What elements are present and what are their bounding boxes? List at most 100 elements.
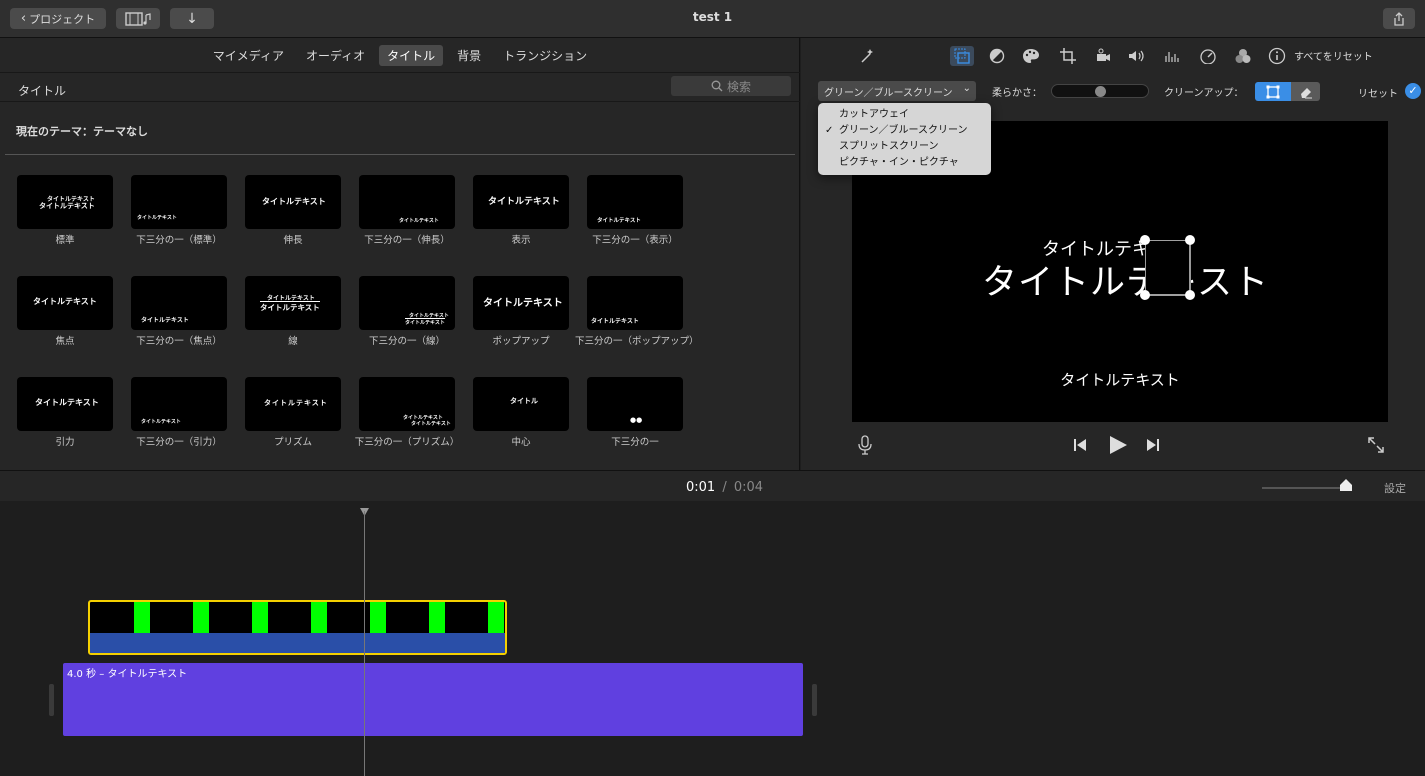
filter-circles-icon[interactable] (1232, 46, 1254, 66)
crop-frame-icon (1266, 85, 1280, 98)
title-thumbnail[interactable]: タイトルテキスト (17, 377, 113, 431)
magic-wand-icon[interactable] (856, 46, 878, 66)
microphone-icon[interactable] (857, 435, 873, 458)
tab-transitions[interactable]: トランジション (495, 45, 595, 66)
title-label: 引力 (55, 437, 75, 448)
title-thumbnail[interactable]: タイトルテキスト (359, 175, 455, 229)
title-label: 下三分の一 (611, 437, 659, 448)
equalizer-icon[interactable] (1161, 46, 1183, 66)
title-thumbnail[interactable]: タイトルテキスト (473, 175, 569, 229)
share-button[interactable] (1383, 8, 1415, 29)
tab-titles[interactable]: タイトル (379, 44, 444, 66)
title-label: プリズム (273, 437, 312, 448)
time-separator: / (722, 480, 727, 495)
current-theme-label: 現在のテーマ：テーマなし (16, 125, 148, 138)
title-label: 伸長 (283, 235, 303, 246)
title-thumbnail[interactable]: タイトルテキスト (473, 276, 569, 330)
checkmark-icon: ✓ (825, 125, 834, 136)
cleanup-label: クリーンアップ： (1164, 88, 1244, 99)
menu-item-cutaway[interactable]: カットアウェイ (839, 107, 909, 123)
title-label: 下三分の一（表示） (592, 235, 678, 246)
overlay-frame[interactable] (1144, 239, 1191, 296)
top-toolbar: ‹ プロジェクト ↓ test 1 (0, 0, 1425, 38)
title-thumbnail[interactable]: タイトルテキスト (587, 175, 683, 229)
resize-handle[interactable] (1140, 290, 1150, 300)
title-thumbnail[interactable]: タイトルテキスト (131, 276, 227, 330)
title-thumbnail[interactable]: タイトルテキスト (131, 175, 227, 229)
title-thumbnail[interactable]: タイトルテキスト (245, 175, 341, 229)
zoom-slider-knob[interactable] (1339, 479, 1352, 491)
fullscreen-icon[interactable] (1367, 436, 1385, 457)
titles-browser: マイメディア オーディオ タイトル 背景 トランジション タイトル 検索 現在の… (0, 38, 800, 470)
info-icon[interactable] (1266, 46, 1288, 66)
title-label: 表示 (511, 235, 531, 246)
title-label: 下三分の一（標準） (136, 235, 222, 246)
title-thumbnail[interactable]: タイトルテキスト タイトルテキスト (359, 377, 455, 431)
dots-icon: ●● (630, 416, 643, 424)
checkmark-circle-icon[interactable]: ✓ (1405, 83, 1421, 99)
title-thumbnail[interactable]: タイトルテキスト タイトルテキスト (245, 276, 341, 330)
menu-item-split-screen[interactable]: スプリットスクリーン (839, 139, 939, 155)
tab-backgrounds[interactable]: 背景 (449, 45, 489, 66)
section-title: タイトル (18, 84, 67, 98)
softness-slider-knob[interactable] (1095, 86, 1106, 97)
reset-all-button[interactable]: すべてをリセット (1294, 48, 1373, 63)
title-thumbnail[interactable]: タイトルテキスト (245, 377, 341, 431)
softness-label: 柔らかさ： (992, 88, 1042, 99)
tab-audio[interactable]: オーディオ (298, 45, 373, 66)
cleanup-crop-button[interactable] (1255, 82, 1291, 101)
eraser-icon (1300, 87, 1312, 98)
title-thumbnail[interactable]: タイトル (473, 377, 569, 431)
viewer-pane: すべてをリセット グリーン／ブルースクリーン ⌄ 柔らかさ： クリーンアップ： … (801, 38, 1425, 470)
stabilization-camera-icon[interactable] (1092, 46, 1114, 66)
title-thumbnail[interactable]: タイトルテキスト (587, 276, 683, 330)
total-time: 0:04 (733, 480, 764, 495)
reset-button[interactable]: リセット (1358, 85, 1398, 100)
speed-gauge-icon[interactable] (1197, 46, 1219, 66)
title-label: 標準 (55, 235, 75, 246)
title-clip[interactable]: 4.0 秒 – タイトルテキスト (63, 663, 803, 736)
window-title: test 1 (692, 10, 733, 24)
title-thumbnail[interactable]: ●● (587, 377, 683, 431)
resize-handle[interactable] (1185, 235, 1195, 245)
title-thumbnail[interactable]: タイトルテキスト タイトルテキスト (359, 276, 455, 330)
overlay-type-select[interactable]: グリーン／ブルースクリーン ⌄ (818, 81, 976, 101)
cleanup-eraser-button[interactable] (1291, 82, 1320, 101)
title-thumbnail[interactable]: タイトルテキスト タイトルテキスト (17, 175, 113, 229)
search-input[interactable]: 検索 (671, 76, 791, 96)
title-label: 線 (288, 336, 298, 347)
title-label: 下三分の一（焦点） (136, 336, 222, 347)
tab-my-media[interactable]: マイメディア (205, 45, 292, 66)
playhead-line (364, 511, 365, 776)
menu-item-green-blue-screen[interactable]: グリーン／ブルースクリーン (839, 123, 968, 139)
skip-forward-icon[interactable] (1145, 438, 1161, 455)
title-label: ポップアップ (492, 336, 550, 347)
clip-trim-handle-right[interactable] (812, 684, 817, 716)
browser-tabs: マイメディア オーディオ タイトル 背景 トランジション (0, 38, 800, 72)
play-icon[interactable] (1108, 435, 1128, 458)
clip-trim-handle-left[interactable] (49, 684, 54, 716)
timeline-area: 0:01 / 0:04 設定 4.0 秒 – タイトルテキスト (0, 470, 1425, 776)
palette-icon[interactable] (1020, 46, 1042, 66)
video-overlay-icon[interactable] (950, 46, 974, 66)
title-label: 下三分の一（線） (368, 336, 445, 347)
green-screen-clip[interactable] (88, 600, 507, 655)
resize-handle[interactable] (1140, 235, 1150, 245)
divider (5, 154, 795, 155)
softness-slider[interactable] (1051, 84, 1149, 98)
title-thumbnail[interactable]: タイトルテキスト (17, 276, 113, 330)
color-balance-icon[interactable] (986, 46, 1008, 66)
time-display: 0:01 / 0:04 (686, 480, 763, 495)
search-placeholder: 検索 (726, 79, 751, 94)
title-clip-label: 4.0 秒 – タイトルテキスト (67, 669, 188, 680)
overlay-type-menu: カットアウェイ ✓ グリーン／ブルースクリーン スプリットスクリーン ピクチャ・… (818, 103, 991, 175)
menu-item-picture-in-picture[interactable]: ピクチャ・イン・ピクチャ (839, 155, 959, 171)
skip-back-icon[interactable] (1072, 438, 1088, 455)
clip-audio-bar (90, 633, 505, 653)
title-thumbnail[interactable]: タイトルテキスト (131, 377, 227, 431)
settings-button[interactable]: 設定 (1384, 480, 1406, 496)
zoom-slider[interactable] (1262, 479, 1352, 491)
crop-icon[interactable] (1057, 46, 1079, 66)
resize-handle[interactable] (1185, 290, 1195, 300)
volume-icon[interactable] (1126, 46, 1148, 66)
